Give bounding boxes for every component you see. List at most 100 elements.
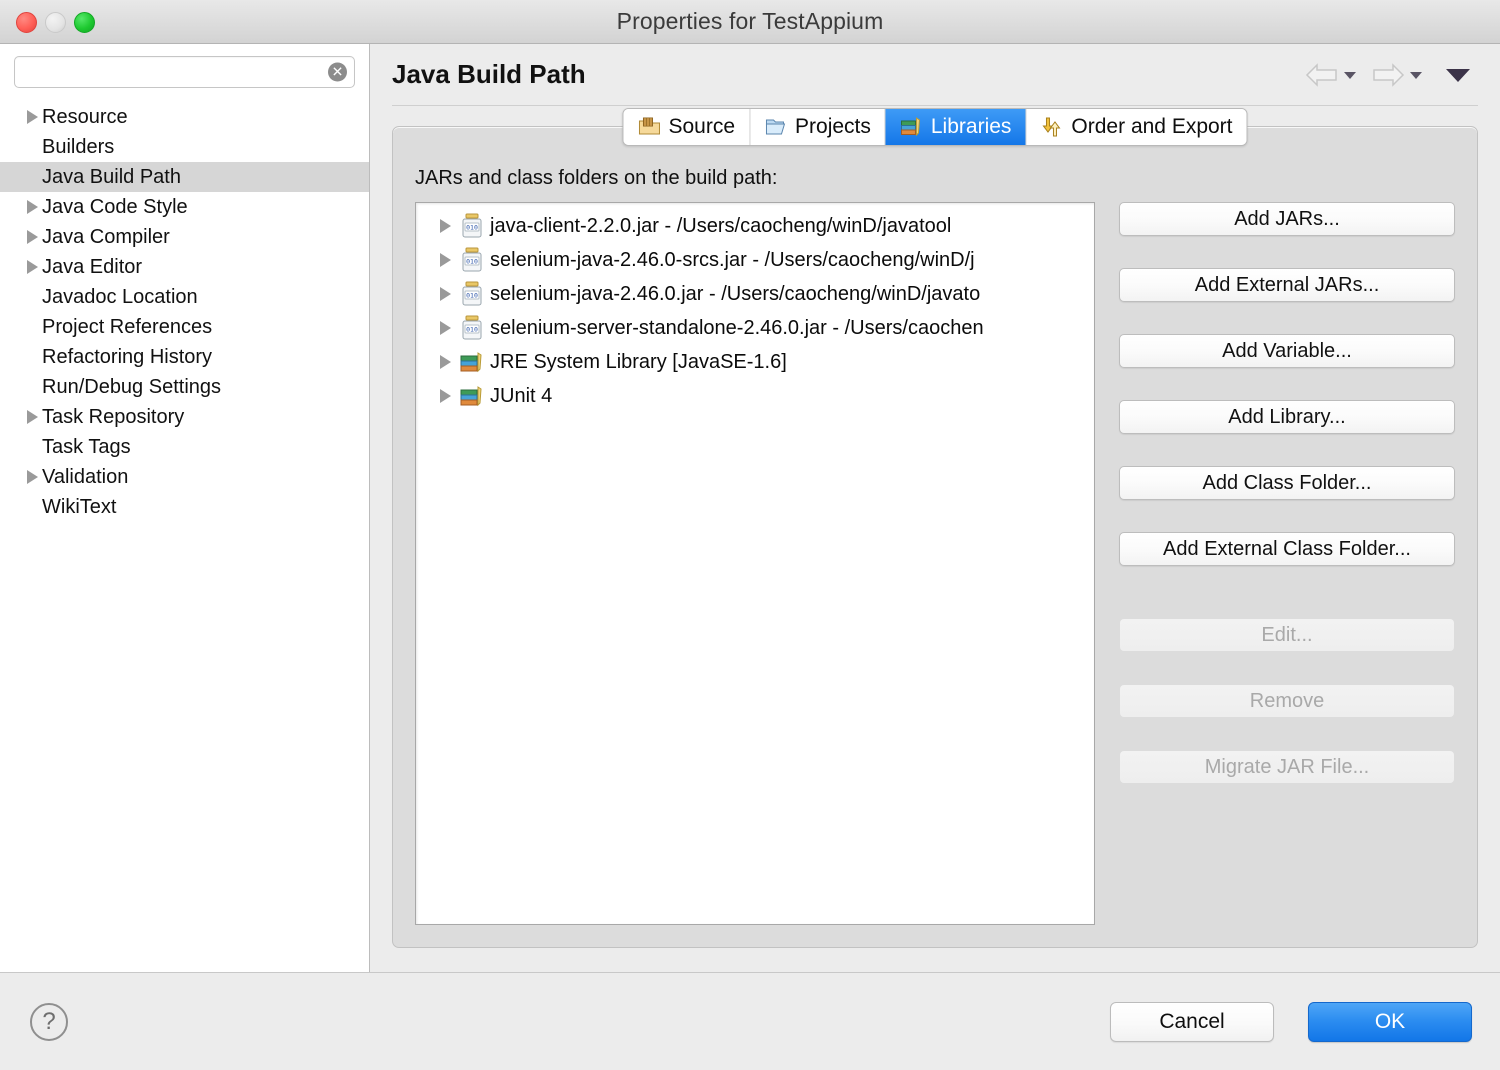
expand-triangle-icon[interactable] bbox=[432, 319, 458, 337]
sidebar-item-label: Java Editor bbox=[42, 255, 143, 278]
sidebar-item-java-editor[interactable]: Java Editor bbox=[0, 252, 369, 282]
migrate-jar-file-button: Migrate JAR File... bbox=[1119, 750, 1455, 784]
page-menu-icon[interactable] bbox=[1444, 66, 1472, 84]
library-entry[interactable]: JUnit 4 bbox=[416, 379, 1094, 413]
clear-search-icon[interactable]: ✕ bbox=[328, 62, 347, 82]
sidebar-item-label: Project References bbox=[42, 315, 213, 338]
sidebar-item-task-tags[interactable]: Task Tags bbox=[0, 432, 369, 462]
sidebar-item-builders[interactable]: Builders bbox=[0, 132, 369, 162]
add-external-class-folder-button[interactable]: Add External Class Folder... bbox=[1119, 532, 1455, 566]
expand-triangle-icon[interactable] bbox=[432, 353, 458, 371]
tab-projects[interactable]: Projects bbox=[750, 109, 886, 145]
expand-triangle-icon[interactable] bbox=[22, 108, 42, 126]
add-class-folder-button[interactable]: Add Class Folder... bbox=[1119, 466, 1455, 500]
cancel-button[interactable]: Cancel bbox=[1110, 1001, 1274, 1042]
projects-folder-icon bbox=[764, 116, 788, 138]
forward-arrow-icon[interactable] bbox=[1370, 62, 1406, 88]
libraries-button-column: Add JARs... Add External JARs... Add Varia… bbox=[1119, 202, 1455, 925]
tab-content-libraries: JARs and class folders on the build path… bbox=[393, 127, 1477, 947]
sidebar-item-label: Run/Debug Settings bbox=[42, 375, 222, 398]
sidebar-item-java-compiler[interactable]: Java Compiler bbox=[0, 222, 369, 252]
edit-button: Edit... bbox=[1119, 618, 1455, 652]
expand-triangle-icon[interactable] bbox=[432, 217, 458, 235]
tab-label: Order and Export bbox=[1071, 115, 1233, 138]
jar-icon: 010 bbox=[458, 247, 486, 273]
order-export-icon bbox=[1040, 116, 1064, 138]
expand-triangle-icon[interactable] bbox=[22, 468, 42, 486]
expand-triangle-icon[interactable] bbox=[22, 198, 42, 216]
library-entry-label: selenium-java-2.46.0.jar - /Users/caoche… bbox=[490, 282, 981, 305]
footer-actions: Cancel OK bbox=[1110, 1001, 1472, 1042]
tab-label: Projects bbox=[795, 115, 871, 138]
library-entry[interactable]: 010 selenium-java-2.46.0.jar - /Users/cao… bbox=[416, 277, 1094, 311]
sidebar-item-label: Java Code Style bbox=[42, 195, 188, 218]
search-area: ✕ bbox=[0, 56, 369, 98]
library-entry-label: java-client-2.2.0.jar - /Users/caocheng/… bbox=[490, 214, 952, 237]
svg-text:010: 010 bbox=[466, 224, 478, 232]
sidebar-item-label: Java Build Path bbox=[42, 165, 181, 188]
search-box[interactable]: ✕ bbox=[14, 56, 355, 88]
library-entry[interactable]: 010 selenium-server-standalone-2.46.0.jar… bbox=[416, 311, 1094, 345]
page-title: Java Build Path bbox=[392, 59, 586, 89]
library-entry-label: selenium-java-2.46.0-srcs.jar - /Users/c… bbox=[490, 248, 975, 271]
sidebar-item-java-build-path[interactable]: Java Build Path bbox=[0, 162, 369, 192]
expand-triangle-icon[interactable] bbox=[22, 258, 42, 276]
tab-order-and-export[interactable]: Order and Export bbox=[1026, 109, 1247, 145]
expand-triangle-icon[interactable] bbox=[22, 228, 42, 246]
sidebar-item-label: WikiText bbox=[42, 495, 117, 518]
maximize-window-button[interactable] bbox=[74, 11, 95, 33]
back-dropdown-icon[interactable] bbox=[1342, 69, 1358, 81]
properties-dialog: Properties for TestAppium ✕ Resource Buil… bbox=[0, 0, 1500, 1070]
page-header: Java Build Path bbox=[392, 44, 1478, 106]
library-entry[interactable]: 010 selenium-java-2.46.0-srcs.jar - /User… bbox=[416, 243, 1094, 277]
tab-source[interactable]: Source bbox=[623, 109, 751, 145]
libraries-books-icon bbox=[900, 116, 924, 138]
sidebar-item-resource[interactable]: Resource bbox=[0, 102, 369, 132]
library-icon bbox=[458, 384, 486, 408]
library-entry[interactable]: 010 java-client-2.2.0.jar - /Users/caoche… bbox=[416, 209, 1094, 243]
sidebar-item-refactoring-history[interactable]: Refactoring History bbox=[0, 342, 369, 372]
sidebar-item-run-debug-settings[interactable]: Run/Debug Settings bbox=[0, 372, 369, 402]
dialog-body: ✕ Resource Builders Java Build Path Java Co… bbox=[0, 44, 1500, 972]
ok-button[interactable]: OK bbox=[1308, 1001, 1472, 1042]
expand-triangle-icon[interactable] bbox=[432, 387, 458, 405]
libraries-caption: JARs and class folders on the build path… bbox=[415, 167, 778, 189]
libraries-list[interactable]: 010 java-client-2.2.0.jar - /Users/caoche… bbox=[415, 202, 1095, 925]
source-folder-icon bbox=[637, 116, 661, 138]
sidebar-item-java-code-style[interactable]: Java Code Style bbox=[0, 192, 369, 222]
expand-triangle-icon[interactable] bbox=[22, 408, 42, 426]
sidebar-item-wikitext[interactable]: WikiText bbox=[0, 492, 369, 522]
library-entry[interactable]: JRE System Library [JavaSE-1.6] bbox=[416, 345, 1094, 379]
sidebar-item-javadoc-location[interactable]: Javadoc Location bbox=[0, 282, 369, 312]
tab-libraries[interactable]: Libraries bbox=[885, 109, 1027, 145]
build-path-group: Source Projects Libraries Order and Export … bbox=[392, 108, 1478, 948]
settings-tree: Resource Builders Java Build Path Java Code… bbox=[0, 98, 369, 522]
sidebar-item-task-repository[interactable]: Task Repository bbox=[0, 402, 369, 432]
expand-triangle-icon[interactable] bbox=[432, 285, 458, 303]
close-window-button[interactable] bbox=[16, 11, 37, 33]
settings-sidebar: ✕ Resource Builders Java Build Path Java Co… bbox=[0, 44, 370, 972]
add-library-button[interactable]: Add Library... bbox=[1119, 400, 1455, 434]
svg-text:010: 010 bbox=[466, 292, 478, 300]
forward-dropdown-icon[interactable] bbox=[1408, 69, 1424, 81]
add-variable-button[interactable]: Add Variable... bbox=[1119, 334, 1455, 368]
svg-text:010: 010 bbox=[466, 326, 478, 334]
sidebar-item-label: Resource bbox=[42, 105, 128, 128]
remove-button: Remove bbox=[1119, 684, 1455, 718]
minimize-window-button[interactable] bbox=[45, 11, 66, 33]
window-controls bbox=[16, 0, 95, 44]
jar-icon: 010 bbox=[458, 213, 486, 239]
back-arrow-icon[interactable] bbox=[1304, 62, 1340, 88]
title-bar: Properties for TestAppium bbox=[0, 0, 1500, 44]
search-input[interactable] bbox=[15, 57, 354, 87]
sidebar-item-label: Task Repository bbox=[42, 405, 185, 428]
sidebar-item-validation[interactable]: Validation bbox=[0, 462, 369, 492]
jar-icon: 010 bbox=[458, 281, 486, 307]
library-entry-label: selenium-server-standalone-2.46.0.jar - … bbox=[490, 316, 984, 339]
add-jars-button[interactable]: Add JARs... bbox=[1119, 202, 1455, 236]
help-icon[interactable]: ? bbox=[30, 1002, 68, 1041]
sidebar-item-project-references[interactable]: Project References bbox=[0, 312, 369, 342]
add-external-jars-button[interactable]: Add External JARs... bbox=[1119, 268, 1455, 302]
sidebar-item-label: Builders bbox=[42, 135, 115, 158]
expand-triangle-icon[interactable] bbox=[432, 251, 458, 269]
